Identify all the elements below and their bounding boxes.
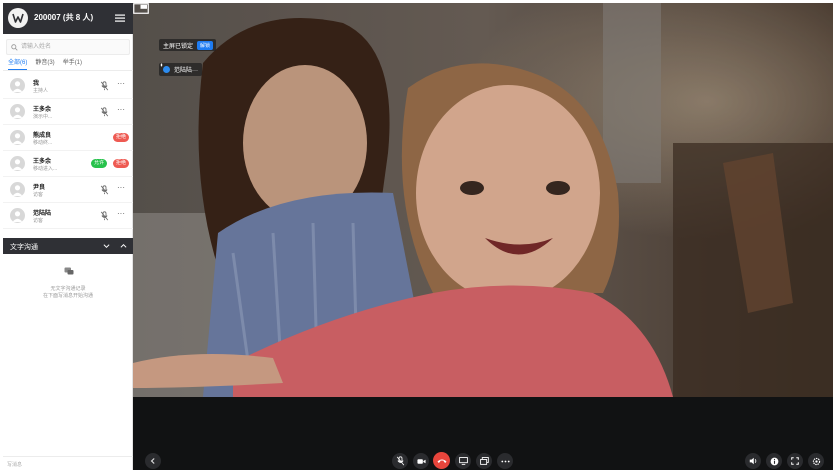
hang-up-button[interactable] xyxy=(433,452,450,469)
avatar xyxy=(10,208,25,223)
speaker-volume-button[interactable] xyxy=(745,453,761,469)
speaking-icon xyxy=(160,63,170,73)
more-dots-icon[interactable]: ··· xyxy=(117,106,125,114)
search-icon xyxy=(11,43,18,51)
reject-button[interactable]: 拒绝 xyxy=(113,133,130,142)
hamburger-menu-icon[interactable] xyxy=(114,12,126,24)
participant-name: 尹良 xyxy=(33,185,46,191)
camera-button[interactable] xyxy=(413,453,429,469)
more-dots-icon[interactable]: ··· xyxy=(117,184,125,192)
more-dots-icon[interactable]: ··· xyxy=(117,80,125,88)
participant-role: 移动进入... xyxy=(33,166,58,172)
tab-divider xyxy=(3,70,133,71)
chevron-up-icon[interactable] xyxy=(120,243,127,249)
chat-bubble-icon xyxy=(64,267,74,275)
participant-row[interactable]: 熊成良 移动终... 拒绝 xyxy=(3,125,133,151)
video-camera-icon xyxy=(416,458,426,464)
more-dots-icon[interactable]: ··· xyxy=(117,210,125,218)
avatar xyxy=(10,182,25,197)
back-button[interactable] xyxy=(145,453,161,469)
mic-off-icon xyxy=(396,456,404,466)
call-toolbar xyxy=(133,397,833,470)
participant-role: 访客 xyxy=(33,192,44,198)
participant-list: 我 主持人 ··· 王多余 演示中... ··· 熊成良 移动终... 拒绝 王… xyxy=(3,73,133,229)
app-logo-icon xyxy=(8,8,28,28)
speaker-name: 范陆陆··· xyxy=(174,68,198,74)
participant-name: 我 xyxy=(33,81,40,87)
more-dots-icon xyxy=(500,460,510,462)
chat-empty-hint: 在下面写消息开始沟通 xyxy=(42,293,93,299)
whiteboard-button[interactable] xyxy=(476,453,492,469)
settings-button[interactable] xyxy=(808,453,824,469)
chat-panel-header[interactable]: 文字沟通 xyxy=(3,238,133,254)
participant-name: 王多余 xyxy=(33,107,52,113)
participant-role: 访客 xyxy=(33,218,44,224)
search-input[interactable] xyxy=(21,41,121,53)
participant-name: 范陆陆 xyxy=(33,211,52,217)
info-icon xyxy=(770,457,778,465)
monitor-icon xyxy=(458,457,468,465)
mic-off-icon[interactable] xyxy=(100,81,109,91)
participant-role: 移动终... xyxy=(33,140,53,146)
mute-mic-button[interactable] xyxy=(392,453,408,469)
meeting-title: 200007 (共 8 人) xyxy=(34,13,94,22)
chat-title: 文字沟通 xyxy=(10,244,38,251)
avatar xyxy=(10,130,25,145)
chevron-left-icon xyxy=(150,458,155,464)
participant-tabs: 全部(6) 静音(3) 举手(1) xyxy=(8,58,82,70)
allow-button[interactable]: 允许 xyxy=(91,159,108,168)
search-box xyxy=(6,39,130,55)
mic-off-icon[interactable] xyxy=(100,211,109,221)
avatar xyxy=(10,78,25,93)
layers-icon xyxy=(479,457,489,465)
chat-divider xyxy=(3,456,133,457)
meeting-app: 200007 (共 8 人) 全部(6) 静音(3) 举手(1) xyxy=(0,0,836,473)
participant-row[interactable]: 王多余 演示中... ··· xyxy=(3,99,133,125)
tab-all[interactable]: 全部(6) xyxy=(8,58,28,70)
gear-icon xyxy=(812,457,820,465)
avatar xyxy=(10,156,25,171)
participant-row[interactable]: 尹良 访客 ··· xyxy=(3,177,133,203)
info-button[interactable] xyxy=(766,453,782,469)
tab-muted[interactable]: 静音(3) xyxy=(35,58,54,70)
picture-in-picture-icon[interactable] xyxy=(133,3,149,14)
chevron-down-icon[interactable] xyxy=(103,243,110,249)
participant-row[interactable]: 我 主持人 ··· xyxy=(3,73,133,99)
avatar xyxy=(10,104,25,119)
phone-hangup-icon xyxy=(437,459,446,463)
participant-name: 熊成良 xyxy=(33,133,52,139)
fullscreen-icon xyxy=(791,457,799,465)
participant-role: 演示中... xyxy=(33,114,53,120)
chat-empty-text: 无文字沟通记录 xyxy=(50,286,86,292)
video-stage: 主屏已锁定 解锁 范陆陆··· xyxy=(133,3,833,470)
participant-row[interactable]: 王多余 移动进入... 允许 拒绝 xyxy=(3,151,133,177)
participant-role: 主持人 xyxy=(33,88,49,94)
video-frame-image xyxy=(133,3,833,397)
share-screen-button[interactable] xyxy=(455,453,471,469)
unlock-button[interactable]: 解锁 xyxy=(197,40,214,50)
volume-icon xyxy=(749,457,756,465)
participant-name: 王多余 xyxy=(33,159,52,165)
sidebar-header: 200007 (共 8 人) xyxy=(3,3,133,34)
screen-lock-indicator: 主屏已锁定 解锁 xyxy=(159,39,217,51)
mic-off-icon[interactable] xyxy=(100,107,109,117)
participant-sidebar: 200007 (共 8 人) 全部(6) 静音(3) 举手(1) xyxy=(3,3,133,470)
chat-message-input[interactable] xyxy=(7,460,127,469)
main-video[interactable]: 主屏已锁定 解锁 范陆陆··· xyxy=(133,3,833,397)
lock-status-text: 主屏已锁定 xyxy=(163,43,194,50)
fullscreen-button[interactable] xyxy=(787,453,803,469)
active-speaker-tag: 范陆陆··· xyxy=(159,63,202,76)
more-options-button[interactable] xyxy=(497,453,513,469)
mic-off-icon[interactable] xyxy=(100,185,109,195)
tab-hand-raised[interactable]: 举手(1) xyxy=(63,58,82,70)
reject-button[interactable]: 拒绝 xyxy=(113,159,130,168)
participant-row[interactable]: 范陆陆 访客 ··· xyxy=(3,203,133,229)
